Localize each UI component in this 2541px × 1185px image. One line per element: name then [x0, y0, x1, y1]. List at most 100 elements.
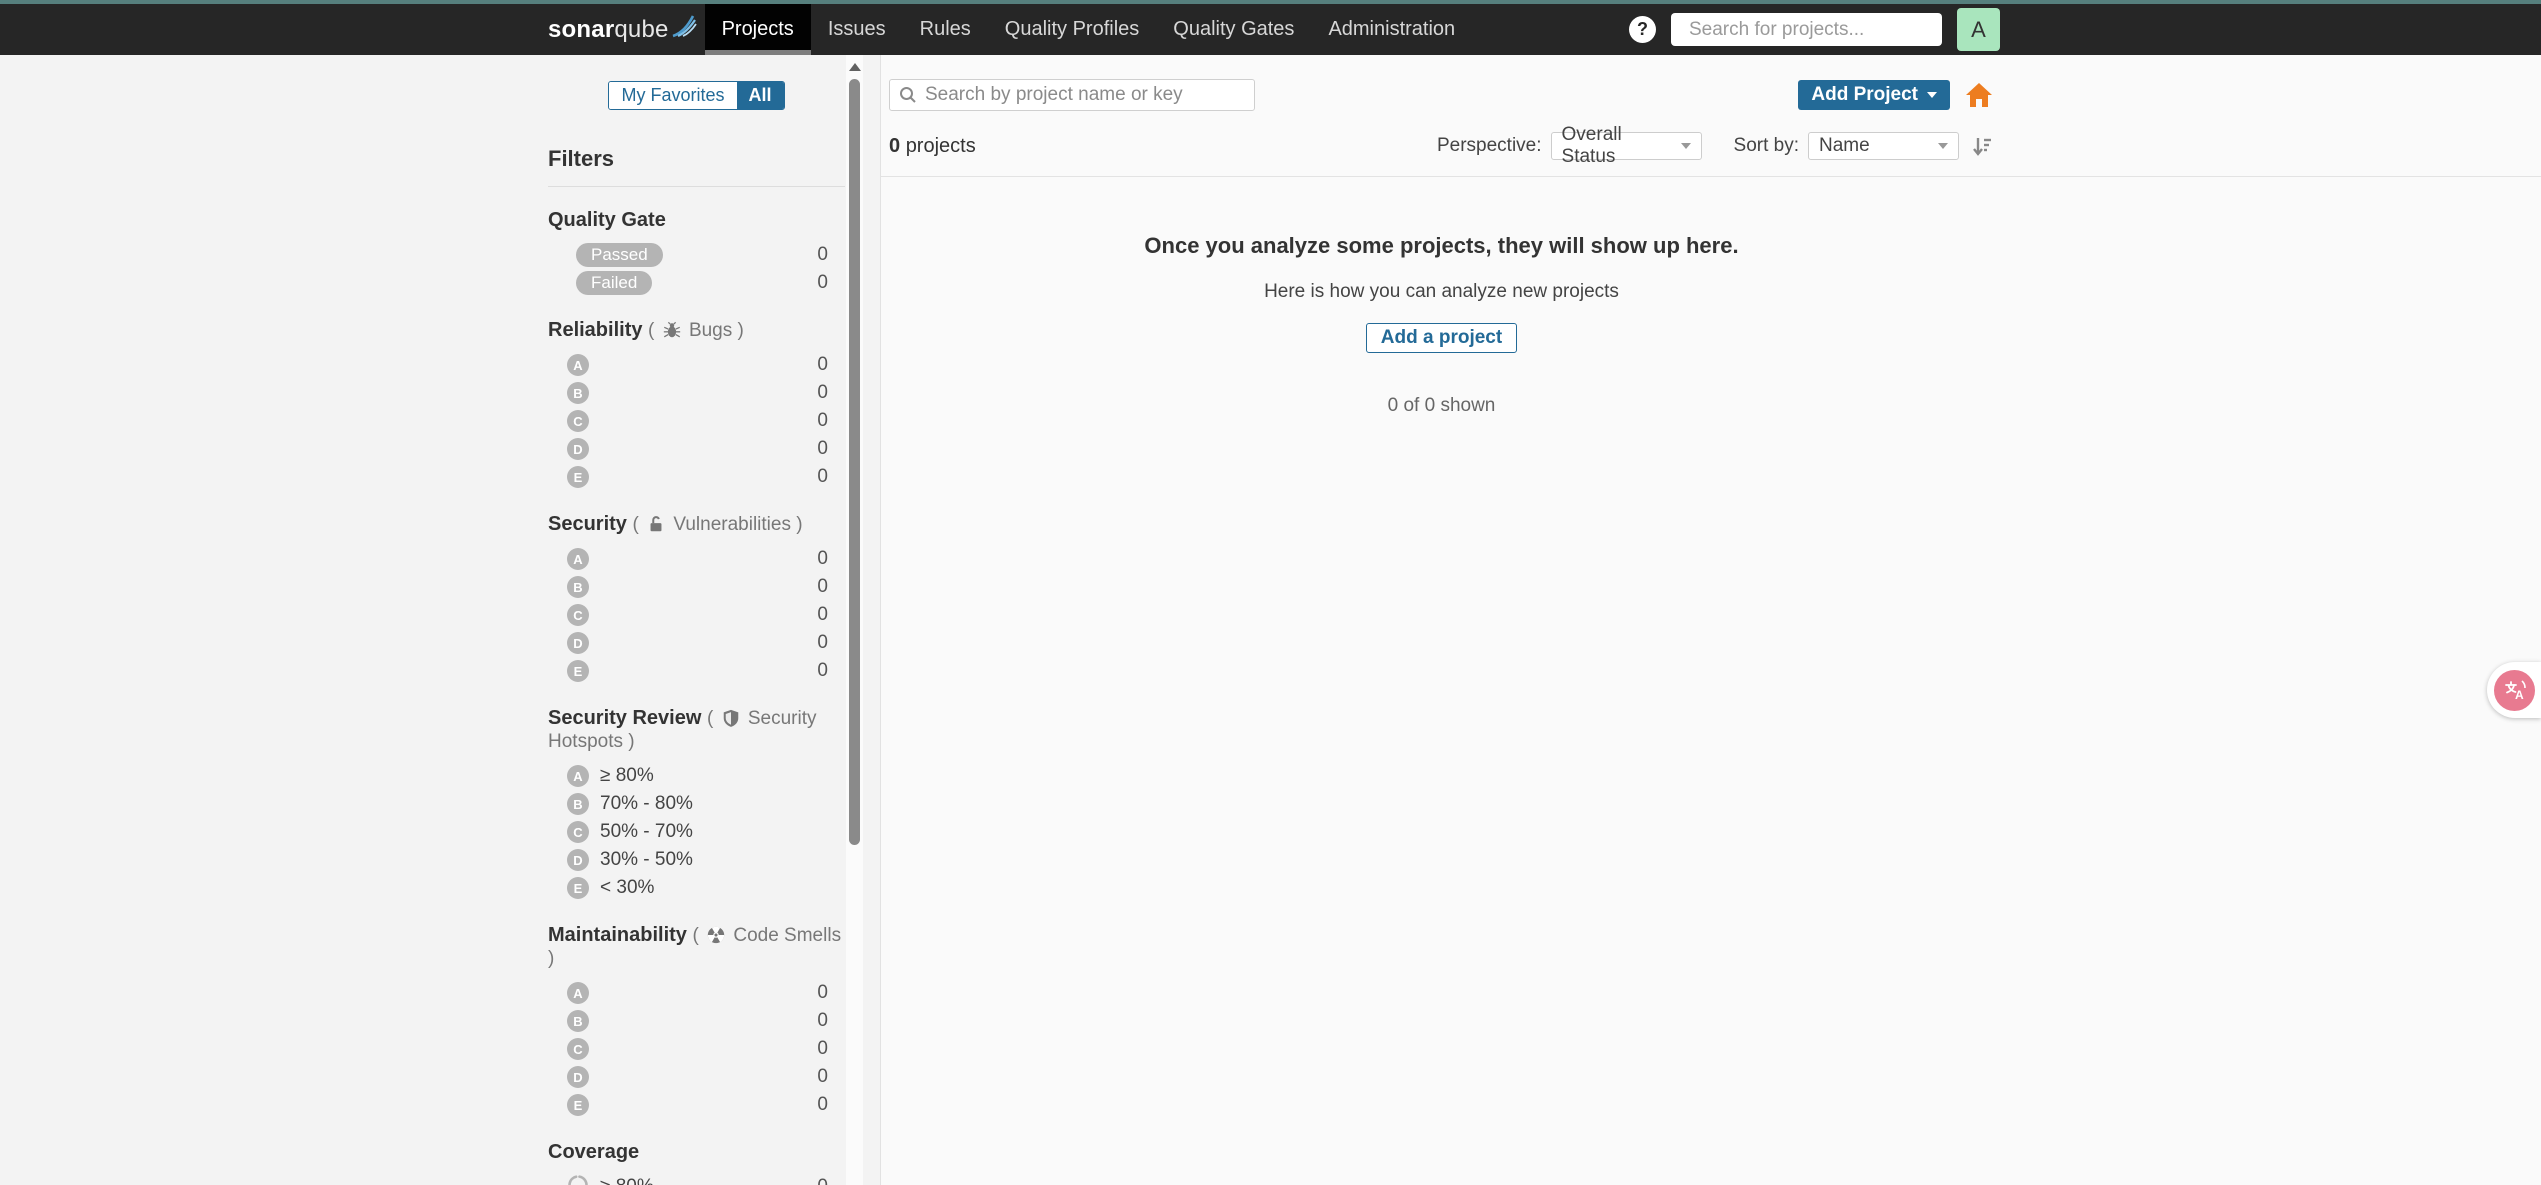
facet-row-count: 0 — [817, 272, 828, 293]
facet-row-count: 0 — [817, 354, 828, 375]
nav-item-quality-profiles[interactable]: Quality Profiles — [988, 4, 1157, 55]
sort-by-label: Sort by: — [1733, 135, 1799, 156]
facet-row-b[interactable]: B0 — [548, 573, 828, 601]
facet-row-c[interactable]: C0 — [548, 601, 828, 629]
filters-divider — [548, 186, 845, 187]
projects-main: Add Project 0 projects Perspective: Over… — [880, 55, 2541, 1185]
project-search — [889, 79, 1255, 111]
nav-item-administration[interactable]: Administration — [1311, 4, 1472, 55]
chevron-down-icon — [1680, 143, 1691, 149]
project-search-input[interactable] — [925, 84, 1245, 106]
logo-text: sonarqube — [548, 15, 669, 43]
translate-icon: A — [2494, 669, 2535, 711]
sort-direction-icon[interactable] — [1970, 134, 1994, 158]
rating-badge: B — [567, 576, 589, 598]
projects-count: 0 projects — [889, 134, 976, 157]
facet-row-e[interactable]: E0 — [548, 657, 828, 685]
help-icon[interactable]: ? — [1629, 16, 1656, 43]
nav-item-issues[interactable]: Issues — [811, 4, 903, 55]
quality-gate-pill: Passed — [576, 243, 663, 267]
translate-fab[interactable]: A — [2487, 662, 2541, 718]
facet-title: Coverage — [548, 1141, 640, 1163]
add-project-button[interactable]: Add Project — [1798, 80, 1950, 110]
perspective-select[interactable]: Overall Status — [1550, 124, 1702, 167]
perspective-label: Perspective: — [1436, 135, 1542, 156]
my-favorites-button[interactable]: My Favorites — [609, 82, 737, 109]
facet-row-d[interactable]: D0 — [548, 1063, 828, 1091]
facet-row-50---70-[interactable]: C 50% - 70% — [548, 818, 828, 846]
facet-security: Security ( Vulnerabilities ) A 0 B 0 C 0 D 0 E 0 — [548, 513, 845, 685]
facet-row-d[interactable]: D0 — [548, 629, 828, 657]
facet-rows: ≥ 80%070% - 80%050% - 70%030% - 50%0< 30… — [548, 1173, 845, 1185]
add-a-project-button[interactable]: Add a project — [1365, 323, 1518, 353]
facet-row-e[interactable]: E0 — [548, 463, 828, 491]
facet-row-b[interactable]: B0 — [548, 1007, 828, 1035]
rating-badge: A — [567, 765, 589, 787]
facet-rows: A ≥ 80% B 70% - 80% C 50% - 70% D 30% - 50% E < 3… — [548, 762, 845, 902]
facet-row-count: 0 — [817, 466, 828, 487]
facet-title: Maintainability — [548, 924, 687, 946]
facet-row-count: 0 — [817, 438, 828, 459]
favorites-toggle: My Favorites All — [608, 81, 785, 110]
rating-badge: B — [567, 1010, 589, 1032]
rating-badge: D — [567, 632, 589, 654]
rating-badge: E — [567, 660, 589, 682]
facet-rows: Passed 0 Failed 0 — [548, 241, 845, 297]
facet-row-passed[interactable]: Passed 0 — [548, 241, 828, 269]
facet-row-b[interactable]: B0 — [548, 379, 828, 407]
nav-item-projects[interactable]: Projects — [704, 4, 811, 55]
coverage-ring-icon — [567, 1174, 589, 1185]
facet-row-a[interactable]: A0 — [548, 979, 828, 1007]
all-projects-button[interactable]: All — [736, 82, 784, 109]
sonarqube-logo[interactable]: sonarqube — [548, 4, 697, 55]
facet-row-70---80-[interactable]: B 70% - 80% — [548, 790, 828, 818]
global-search-input[interactable] — [1689, 18, 1934, 41]
scrollbar-thumb[interactable] — [849, 79, 860, 845]
shown-count: 0 of 0 shown — [1387, 395, 1496, 416]
facet-row-c[interactable]: C0 — [548, 1035, 828, 1063]
rating-badge: A — [567, 354, 589, 376]
rating-badge: B — [567, 793, 589, 815]
facet-subtitle: ( Bugs ) — [648, 320, 744, 341]
facet-row-30---50-[interactable]: D 30% - 50% — [548, 846, 828, 874]
facet-row-label: < 30% — [600, 877, 655, 898]
user-avatar[interactable]: A — [1957, 8, 2000, 51]
facet-row-label: ≥ 80% — [600, 765, 654, 786]
svg-text:A: A — [2515, 688, 2524, 702]
empty-state-subtitle: Here is how you can analyze new projects — [1264, 281, 1619, 302]
facet-maintainability: Maintainability ( Code Smells ) A 0 B 0 C 0 D 0 E… — [548, 924, 845, 1119]
facet-row-failed[interactable]: Failed 0 — [548, 269, 828, 297]
rating-badge: C — [567, 604, 589, 626]
shield-icon — [719, 708, 743, 729]
rating-badge: C — [567, 1038, 589, 1060]
facet-security-review: Security Review ( Security Hotspots ) A ≥ … — [548, 707, 845, 902]
facet-row-count: 0 — [817, 1066, 828, 1087]
facet-reliability: Reliability ( Bugs ) A 0 B 0 C 0 D 0 E 0 — [548, 319, 845, 491]
facet-row-a[interactable]: A0 — [548, 545, 828, 573]
sidebar-scrollbar[interactable] — [846, 55, 863, 1185]
nav-item-rules[interactable]: Rules — [903, 4, 988, 55]
facet-row-<-30-[interactable]: E < 30% — [548, 874, 828, 902]
rating-badge: E — [567, 877, 589, 899]
rating-badge: B — [567, 382, 589, 404]
facet-row-count: 0 — [817, 382, 828, 403]
facet-row-count: 0 — [817, 1038, 828, 1059]
scrollbar-up-arrow-icon[interactable] — [849, 63, 861, 71]
facet-rows: A0B0C0D0E0 — [548, 351, 845, 491]
facet-row-count: 0 — [817, 548, 828, 569]
home-icon[interactable] — [1964, 81, 1994, 109]
facet-header: Security ( Vulnerabilities ) — [548, 513, 845, 536]
facet-row-≥-80-[interactable]: ≥ 80% 0 — [548, 1173, 828, 1185]
facet-row-≥-80-[interactable]: A ≥ 80% — [548, 762, 828, 790]
global-search — [1671, 13, 1942, 46]
sort-select[interactable]: Name — [1808, 132, 1959, 160]
empty-state: Once you analyze some projects, they wil… — [889, 233, 1994, 417]
nav-item-quality-gates[interactable]: Quality Gates — [1156, 4, 1311, 55]
facet-row-e[interactable]: E0 — [548, 1091, 828, 1119]
facet-row-a[interactable]: A0 — [548, 351, 828, 379]
facet-row-d[interactable]: D0 — [548, 435, 828, 463]
facet-header: Coverage — [548, 1141, 845, 1164]
lock-icon — [644, 514, 668, 535]
facet-title: Security — [548, 513, 627, 535]
facet-row-c[interactable]: C0 — [548, 407, 828, 435]
